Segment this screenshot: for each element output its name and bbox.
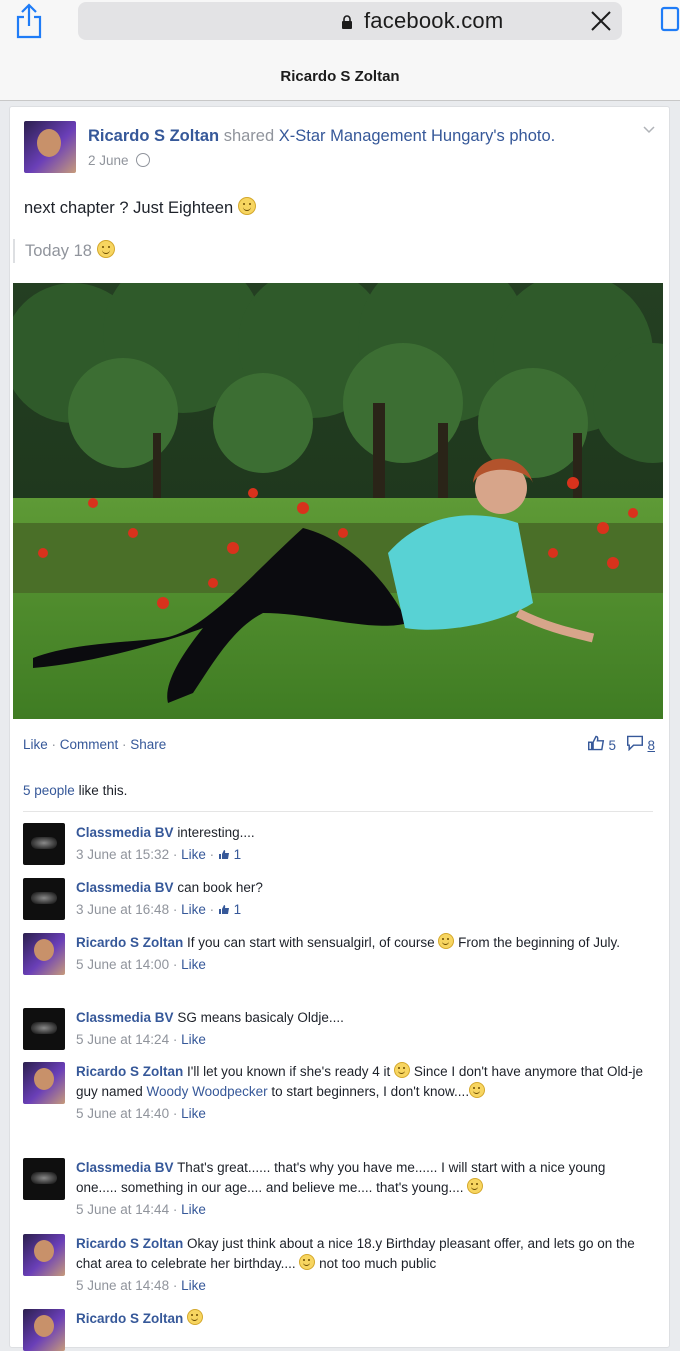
post-actions: Like · Comment · Share: [23, 737, 166, 752]
comment-like-button[interactable]: Like: [181, 1032, 206, 1047]
author-name[interactable]: Ricardo S Zoltan: [88, 127, 219, 145]
mention-link[interactable]: Woody Woodpecker: [147, 1084, 268, 1099]
commenter-avatar[interactable]: [23, 1158, 65, 1200]
author-avatar[interactable]: [24, 121, 76, 173]
browser-toolbar: facebook.com Ricardo S Zoltan: [0, 0, 680, 101]
smiley-icon: [394, 1062, 411, 1078]
smiley-icon: [469, 1082, 486, 1098]
likes-people-link[interactable]: 5 people: [23, 783, 75, 798]
comment-time[interactable]: 3 June at 16:48: [76, 902, 169, 917]
likes-summary-text: like this.: [74, 783, 128, 798]
comment-text-cont: not too much public: [315, 1256, 437, 1271]
smiley-icon: [467, 1178, 484, 1194]
shared-suffix[interactable]: 's photo.: [493, 127, 555, 145]
lock-icon: [342, 15, 352, 29]
page-title: Ricardo S Zoltan: [280, 68, 400, 85]
shared-word: shared: [223, 127, 275, 145]
post-text: next chapter ? Just Eighteen: [24, 197, 256, 218]
comment-meta: 5 June at 14:00 · Like: [76, 957, 206, 972]
commenter-name[interactable]: Ricardo S Zoltan: [76, 1311, 183, 1326]
post-quote: Today 18: [13, 239, 115, 263]
share-button[interactable]: Share: [130, 737, 166, 752]
action-separator: ·: [47, 737, 60, 752]
commenter-avatar[interactable]: [23, 1234, 65, 1276]
commenter-avatar[interactable]: [23, 933, 65, 975]
comment-time[interactable]: 5 June at 14:00: [76, 957, 169, 972]
close-icon[interactable]: [588, 8, 614, 34]
post-photo[interactable]: [13, 283, 663, 719]
comment-text: SG means basicaly Oldje....: [177, 1010, 344, 1025]
comment-text: can book her?: [177, 880, 263, 895]
commenter-name[interactable]: Ricardo S Zoltan: [76, 1064, 183, 1079]
comment-like-button[interactable]: Like: [181, 902, 206, 917]
comment-like-button[interactable]: Like: [181, 1278, 206, 1293]
comment-text: I'll let you known if she's ready 4 it: [187, 1064, 391, 1079]
commenter-name[interactable]: Classmedia BV: [76, 880, 174, 895]
comment-time[interactable]: 3 June at 15:32: [76, 847, 169, 862]
smiley-icon: [187, 1309, 204, 1325]
smiley-icon: [237, 197, 256, 215]
comment-meta: 5 June at 14:40 · Like: [76, 1106, 206, 1121]
action-separator: ·: [118, 737, 131, 752]
commenter-name[interactable]: Ricardo S Zoltan: [76, 1236, 183, 1251]
comment-likes: 1: [233, 902, 242, 917]
shared-page-link[interactable]: X-Star Management Hungary: [279, 127, 494, 145]
comment-meta: 3 June at 16:48 · Like · 1: [76, 902, 242, 917]
comment-likes: 1: [233, 847, 242, 862]
reaction-counts[interactable]: 5 8: [587, 735, 655, 753]
comment-text: If you can start with sensualgirl, of co…: [187, 935, 435, 950]
tabs-icon[interactable]: [656, 6, 680, 36]
thumbs-up-icon: [218, 905, 229, 914]
comment-meta: 5 June at 14:44 · Like: [76, 1202, 206, 1217]
comment-like-button[interactable]: Like: [181, 1202, 206, 1217]
commenter-name[interactable]: Classmedia BV: [76, 1160, 174, 1175]
comment-button[interactable]: Comment: [60, 737, 119, 752]
post-card: Ricardo S Zoltan shared X-Star Managemen…: [9, 106, 670, 1351]
thumbs-up-icon: [218, 850, 229, 859]
address-bar[interactable]: facebook.com: [78, 2, 622, 40]
quote-text: Today 18: [25, 242, 92, 260]
comment-icon: [626, 735, 643, 751]
commenter-avatar[interactable]: [23, 823, 65, 865]
post-header: Ricardo S Zoltan shared X-Star Managemen…: [88, 127, 555, 146]
commenter-avatar[interactable]: [23, 878, 65, 920]
url-text: facebook.com: [364, 8, 504, 33]
commenter-name[interactable]: Classmedia BV: [76, 825, 174, 840]
comment-time[interactable]: 5 June at 14:48: [76, 1278, 169, 1293]
comment-time[interactable]: 5 June at 14:40: [76, 1106, 169, 1121]
comment-meta: 5 June at 14:24 · Like: [76, 1032, 206, 1047]
divider: [23, 811, 653, 812]
post-date[interactable]: 2 June: [88, 153, 151, 168]
comment-like-button[interactable]: Like: [181, 1106, 206, 1121]
comment-like-button[interactable]: Like: [181, 957, 206, 972]
post-date-text: 2 June: [88, 153, 129, 168]
comment-time[interactable]: 5 June at 14:24: [76, 1032, 169, 1047]
globe-icon: [136, 153, 151, 167]
commenter-avatar[interactable]: [23, 1062, 65, 1104]
chevron-down-icon[interactable]: [643, 123, 655, 135]
comment-text-cont: to start beginners, I don't know....: [267, 1084, 470, 1099]
commenter-avatar[interactable]: [23, 1309, 65, 1351]
smiley-icon: [438, 933, 455, 949]
smiley-icon: [299, 1254, 316, 1270]
comment-like-count[interactable]: 1: [218, 902, 241, 917]
commenter-avatar[interactable]: [23, 1008, 65, 1050]
like-count: 5: [608, 738, 616, 753]
comment-meta: 5 June at 14:48 · Like: [76, 1278, 206, 1293]
commenter-name[interactable]: Ricardo S Zoltan: [76, 935, 183, 950]
commenter-name[interactable]: Classmedia BV: [76, 1010, 174, 1025]
comment-text: interesting....: [177, 825, 255, 840]
comment-time[interactable]: 5 June at 14:44: [76, 1202, 169, 1217]
comment-like-count[interactable]: 1: [218, 847, 241, 862]
comment-like-button[interactable]: Like: [181, 847, 206, 862]
likes-summary: 5 people like this.: [23, 783, 127, 798]
comment-count: 8: [647, 738, 655, 753]
post-text-content: next chapter ? Just Eighteen: [24, 199, 234, 217]
share-icon[interactable]: [14, 2, 44, 40]
comment-meta: 3 June at 15:32 · Like · 1: [76, 847, 242, 862]
like-button[interactable]: Like: [23, 737, 48, 752]
comment-text-cont: From the beginning of July.: [454, 935, 621, 950]
thumbs-up-icon: [587, 735, 604, 751]
smiley-icon: [96, 240, 115, 258]
